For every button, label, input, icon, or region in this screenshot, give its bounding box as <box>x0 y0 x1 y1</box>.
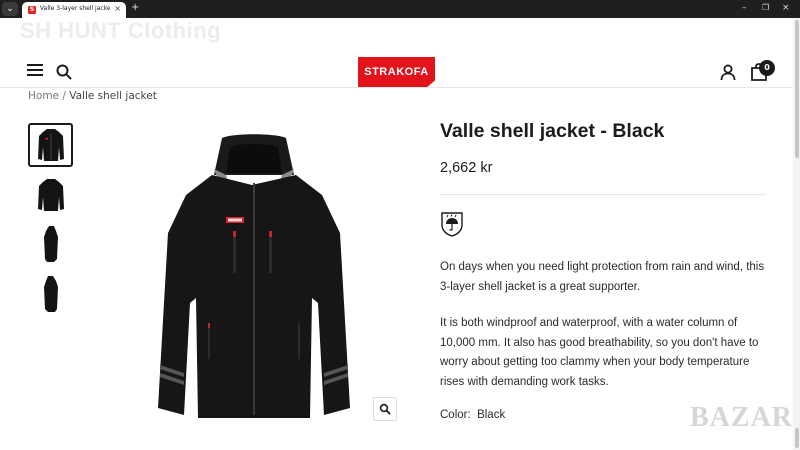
tab-title: Valle 3-layer shell jacket | Stra… <box>40 5 110 12</box>
info-divider <box>440 194 766 195</box>
jacket-side-right-thumb-image <box>43 276 58 312</box>
tab-close-icon[interactable]: × <box>114 4 121 13</box>
store-ghost-title: SH HUNT Clothing <box>20 18 222 43</box>
color-selector-row: Color: Black <box>440 409 505 421</box>
browser-tab[interactable]: S Valle 3-layer shell jacket | Stra… × <box>22 2 126 18</box>
cart-count-badge: 0 <box>759 60 775 76</box>
jacket-back-thumb-image <box>37 179 64 211</box>
thumbnail-front[interactable] <box>28 123 73 167</box>
product-description-2: It is both windproof and waterproof, wit… <box>440 317 759 388</box>
header-divider <box>0 87 800 88</box>
rain-umbrella-shield-icon <box>441 212 463 237</box>
restore-button[interactable]: ❐ <box>762 2 769 14</box>
jacket-side-left-thumb-image <box>43 226 58 262</box>
page-scrollbar-thumb[interactable] <box>795 20 799 158</box>
search-icon[interactable] <box>55 63 73 81</box>
color-value: Black <box>477 409 506 421</box>
new-tab-button[interactable]: + <box>131 2 139 14</box>
zoom-button[interactable] <box>373 397 397 421</box>
favicon-icon: S <box>28 6 36 14</box>
bazar-watermark: BAZAR <box>690 402 794 433</box>
store-logo[interactable]: STRAKOFA <box>358 57 435 87</box>
product-description-1: On days when you need light protection f… <box>440 261 765 293</box>
product-price: 2,662 kr <box>440 160 493 176</box>
thumbnail-side-left[interactable] <box>28 222 73 266</box>
product-title: Valle shell jacket - Black <box>440 120 665 142</box>
breadcrumb: Home / Valle shell jacket <box>28 90 157 102</box>
jacket-front-thumb-image <box>37 129 64 161</box>
product-main-image[interactable] <box>152 133 356 423</box>
tab-list-dropdown-icon[interactable]: ⌄ <box>2 2 18 16</box>
magnifier-icon <box>379 403 391 415</box>
thumbnail-side-right[interactable] <box>28 272 73 316</box>
account-icon[interactable] <box>719 63 737 81</box>
breadcrumb-home-link[interactable]: Home <box>28 90 59 102</box>
browser-chrome: ⌄ S Valle 3-layer shell jacket | Stra… ×… <box>0 0 800 18</box>
hamburger-menu-icon[interactable] <box>27 64 43 78</box>
minimize-button[interactable]: – <box>742 2 747 14</box>
breadcrumb-current: Valle shell jacket <box>69 90 157 102</box>
breadcrumb-separator: / <box>59 90 70 102</box>
color-label: Color: <box>440 409 471 421</box>
page-scrollbar-thumb-secondary[interactable] <box>795 428 799 448</box>
close-window-button[interactable]: × <box>782 2 790 14</box>
thumbnail-back[interactable] <box>28 173 73 217</box>
